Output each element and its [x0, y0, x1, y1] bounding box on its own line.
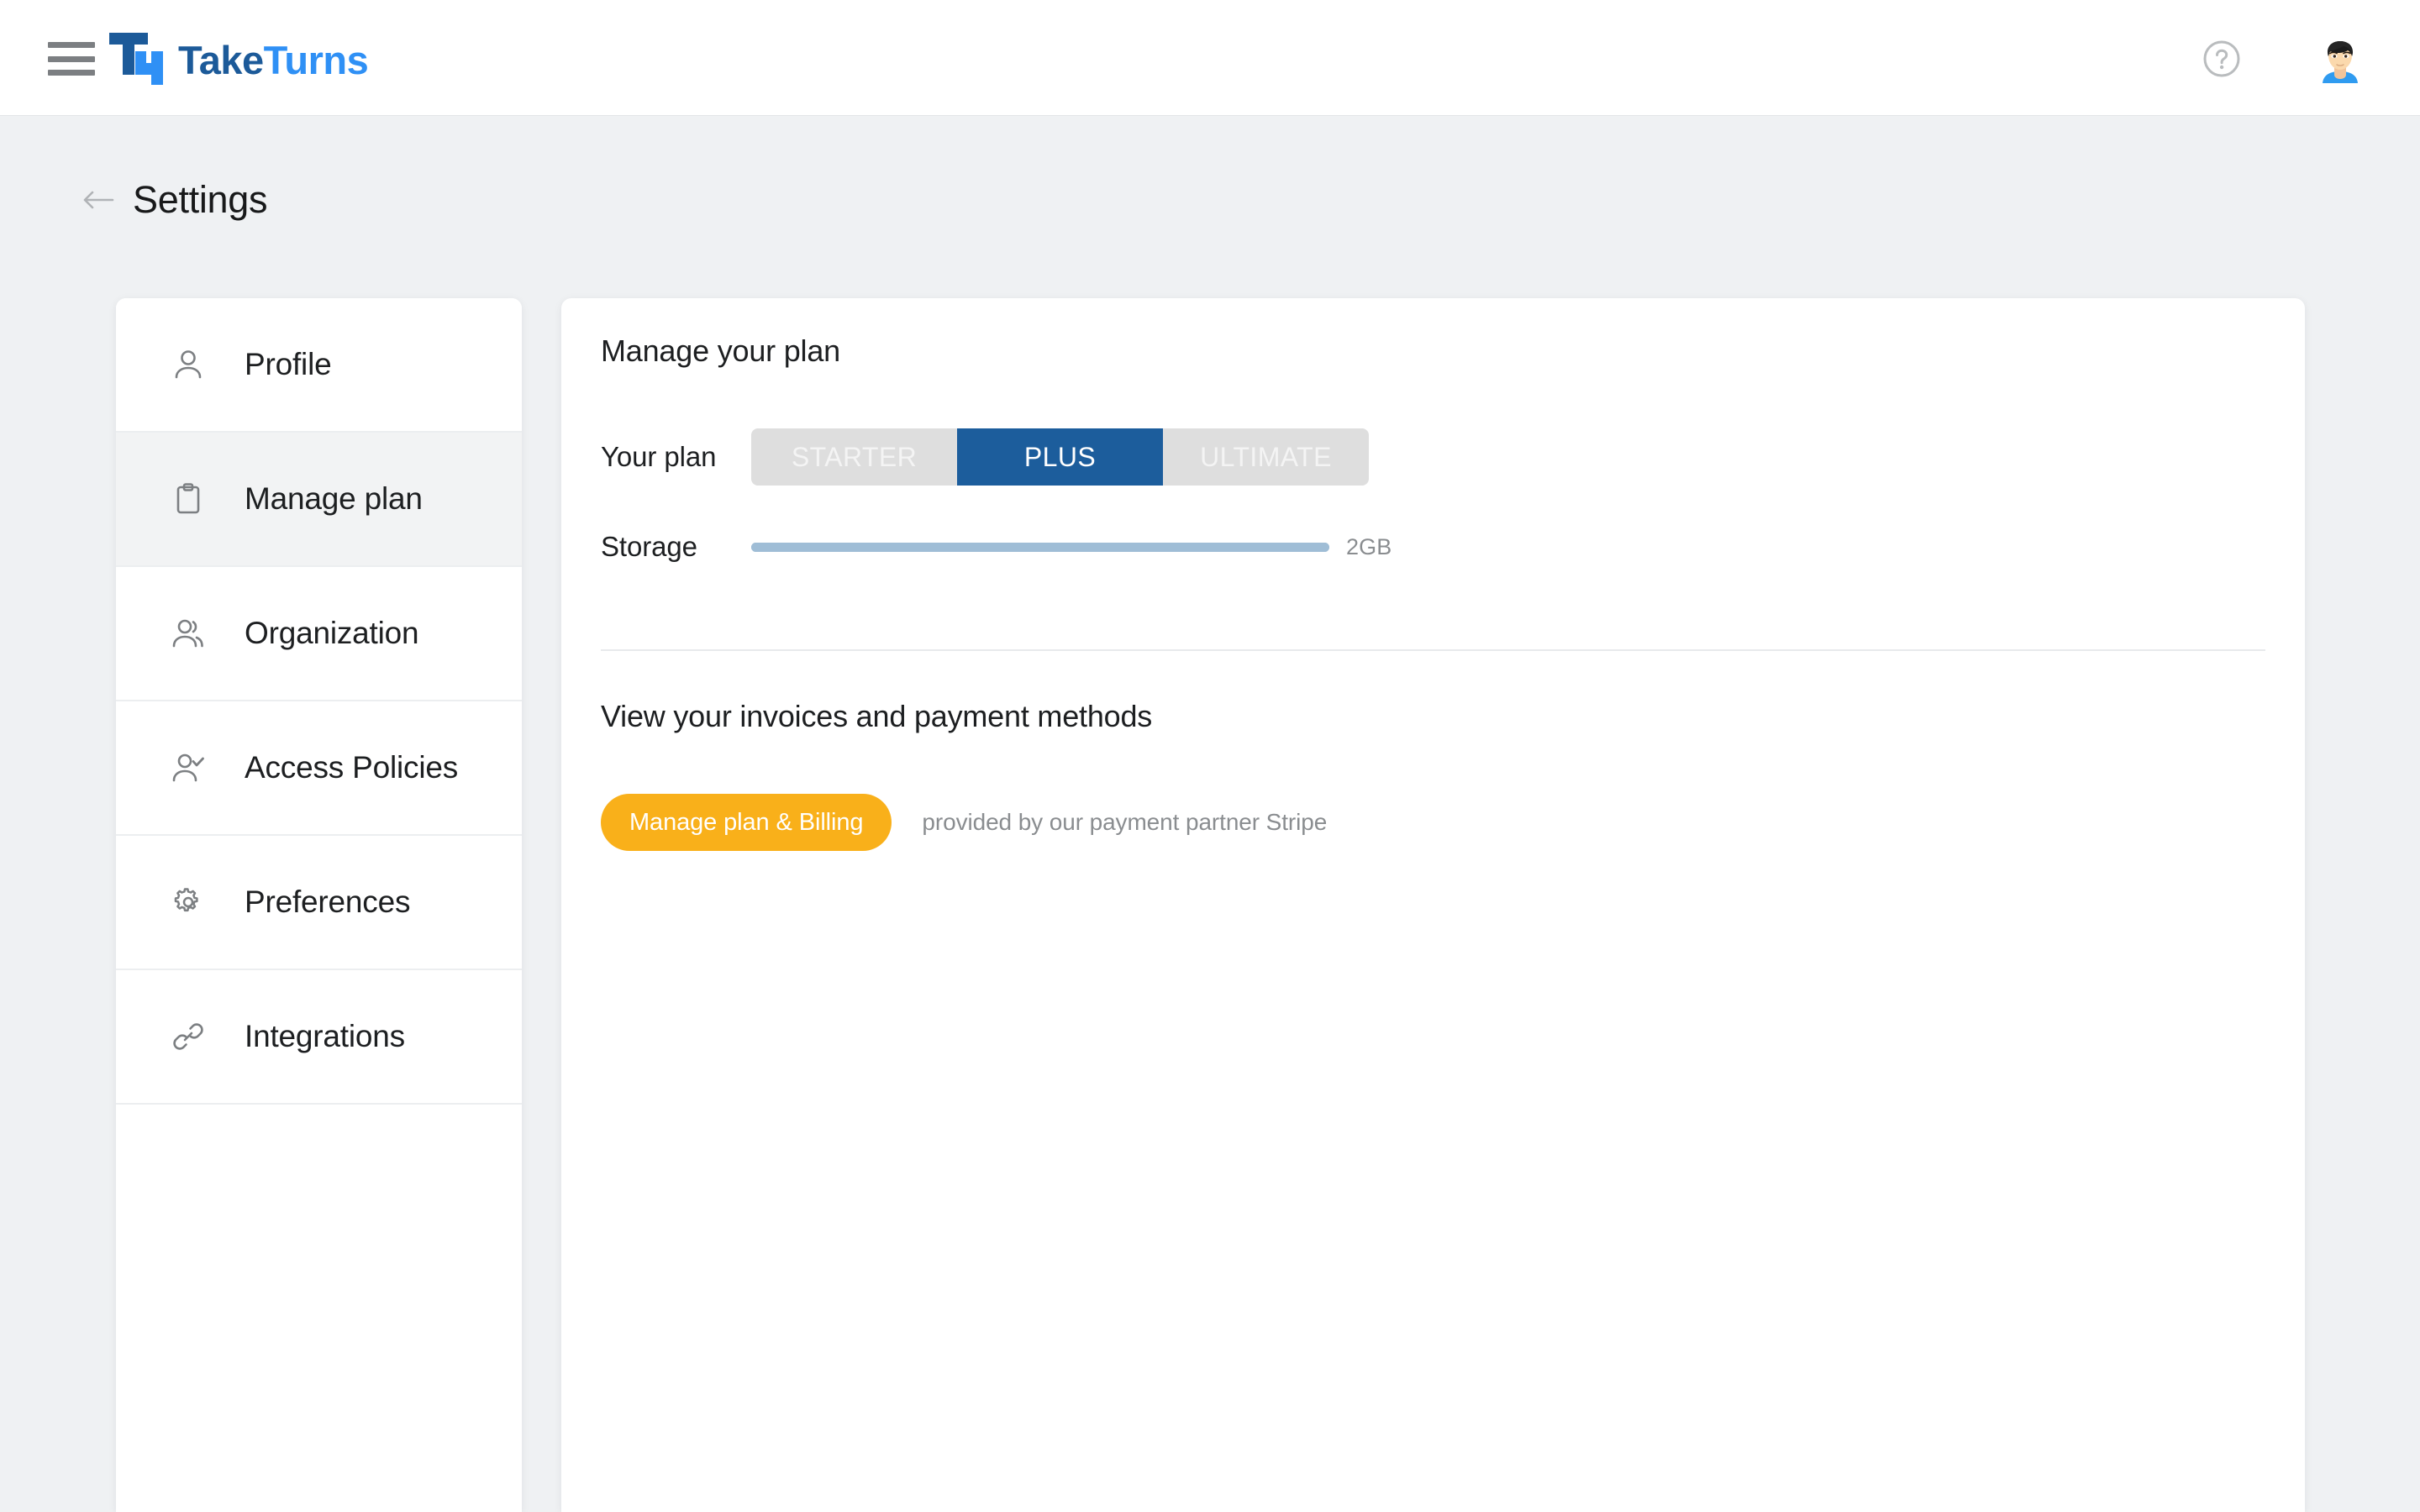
manage-plan-heading: Manage your plan — [601, 333, 840, 368]
settings-sidebar: Profile Manage plan Organization Access … — [116, 298, 522, 1512]
hamburger-bar — [48, 55, 95, 62]
plan-segmented-control[interactable]: STARTER PLUS ULTIMATE — [751, 428, 1369, 486]
manage-plan-panel: Manage your plan Your plan STARTER PLUS … — [561, 298, 2305, 1512]
taketurns-logo-icon — [109, 33, 163, 85]
arrow-left-icon[interactable] — [82, 186, 114, 214]
brand-logo[interactable]: TakeTurns — [109, 29, 369, 88]
plan-option-ultimate[interactable]: ULTIMATE — [1163, 428, 1369, 486]
sidebar-empty-area — [116, 1105, 522, 1512]
storage-row: Storage 2GB — [601, 531, 1392, 563]
page-title: Settings — [133, 178, 268, 221]
your-plan-row: Your plan STARTER PLUS ULTIMATE — [601, 428, 1369, 486]
link-icon — [168, 1016, 208, 1057]
top-navigation-bar: TakeTurns — [0, 0, 2420, 116]
storage-label: Storage — [601, 531, 697, 562]
storage-value-label: 2GB — [1346, 533, 1392, 559]
gear-icon — [168, 882, 208, 922]
sidebar-item-label: Manage plan — [245, 481, 423, 516]
sidebar-item-preferences[interactable]: Preferences — [116, 836, 522, 970]
storage-progress-bar — [751, 542, 1329, 552]
sidebar-item-access-policies[interactable]: Access Policies — [116, 701, 522, 836]
sidebar-item-profile[interactable]: Profile — [116, 298, 522, 433]
section-divider — [601, 649, 2265, 651]
manage-plan-billing-button[interactable]: Manage plan & Billing — [601, 794, 892, 851]
sidebar-item-label: Access Policies — [245, 750, 459, 785]
brand-wordmark: TakeTurns — [178, 37, 369, 82]
sidebar-item-manage-plan[interactable]: Manage plan — [116, 433, 522, 567]
sidebar-item-label: Organization — [245, 616, 419, 650]
avatar[interactable] — [2312, 31, 2368, 87]
billing-row: Manage plan & Billing provided by our pa… — [601, 794, 1327, 851]
storage-progress-fill — [751, 542, 1329, 552]
sidebar-item-integrations[interactable]: Integrations — [116, 970, 522, 1105]
your-plan-label: Your plan — [601, 441, 717, 472]
sidebar-item-organization[interactable]: Organization — [116, 567, 522, 701]
billing-partner-note: provided by our payment partner Stripe — [922, 809, 1328, 835]
clipboard-icon — [168, 479, 208, 519]
plan-option-starter[interactable]: STARTER — [751, 428, 957, 486]
hamburger-menu-icon[interactable] — [48, 42, 95, 76]
brand-name-part1: Take — [178, 37, 264, 82]
plan-option-plus[interactable]: PLUS — [957, 428, 1163, 486]
help-circle-icon[interactable] — [2202, 39, 2241, 78]
invoices-heading: View your invoices and payment methods — [601, 699, 1153, 733]
page-header: Settings — [82, 178, 268, 221]
user-avatar-image — [2312, 31, 2368, 87]
sidebar-item-label: Preferences — [245, 885, 411, 919]
brand-name-part2: Turns — [263, 37, 369, 82]
hamburger-bar — [48, 42, 95, 48]
hamburger-bar — [48, 70, 95, 76]
settings-content: Profile Manage plan Organization Access … — [0, 298, 2420, 1512]
sidebar-item-label: Integrations — [245, 1019, 405, 1053]
user-check-icon — [168, 748, 208, 788]
sidebar-item-label: Profile — [245, 347, 332, 381]
user-icon — [168, 344, 208, 385]
users-icon — [168, 613, 208, 654]
